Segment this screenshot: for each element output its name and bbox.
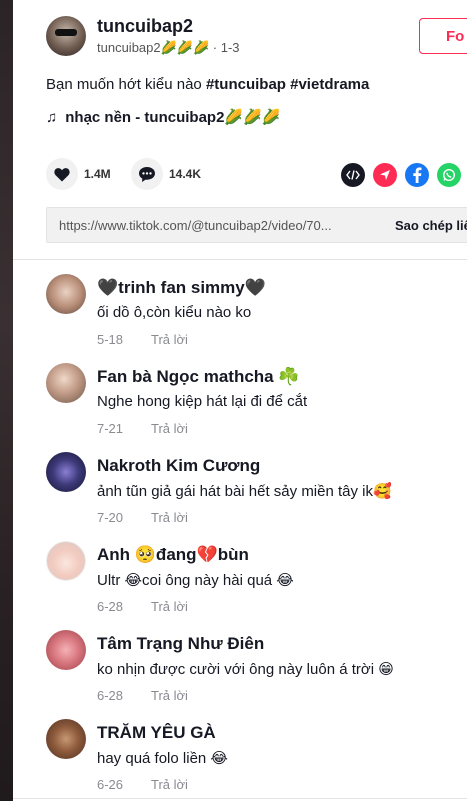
follow-button[interactable]: Fo xyxy=(419,18,467,54)
send-icon[interactable] xyxy=(373,163,397,187)
comment-text: ảnh tũn giả gái hát bài hết sảy miền tây… xyxy=(97,483,392,500)
commenter-avatar[interactable] xyxy=(46,719,86,759)
music-title: nhạc nền - tuncuibap2🌽🌽🌽 xyxy=(65,109,281,126)
commenter-avatar[interactable] xyxy=(46,363,86,403)
like-action[interactable]: 1.4M xyxy=(46,158,111,190)
author-username[interactable]: tuncuibap2 xyxy=(97,16,193,37)
list-bottom-divider xyxy=(13,798,467,799)
comment-item: Fan bà Ngọc mathcha ☘️ Nghe hong kiệp há… xyxy=(13,349,467,438)
reply-button[interactable]: Trả lời xyxy=(151,599,188,614)
like-count: 1.4M xyxy=(84,167,111,181)
commenter-name[interactable]: Anh 🥺đang💔bùn xyxy=(97,545,249,565)
comment-text: ối dồ ô,còn kiểu nào ko xyxy=(97,304,252,321)
comment-date: 5-18 xyxy=(97,332,124,347)
commenter-name[interactable]: TRĂM YÊU GÀ xyxy=(97,723,216,743)
heart-icon[interactable] xyxy=(46,158,78,190)
copy-link-button[interactable]: Sao chép liên xyxy=(395,218,467,233)
facebook-icon[interactable] xyxy=(405,163,429,187)
comment-item: 🖤trinh fan simmy🖤 ối dồ ô,còn kiểu nào k… xyxy=(13,260,467,349)
comment-date: 6-28 xyxy=(97,688,124,703)
commenter-name[interactable]: Fan bà Ngọc mathcha ☘️ xyxy=(97,367,300,387)
video-backdrop-edge xyxy=(0,0,13,801)
commenter-avatar[interactable] xyxy=(46,630,86,670)
reply-button[interactable]: Trả lời xyxy=(151,777,188,792)
commenter-avatar[interactable] xyxy=(46,452,86,492)
author-avatar[interactable] xyxy=(46,16,86,56)
comment-text: Ultr 😂coi ông này hài quá 😂 xyxy=(97,572,294,589)
author-handle-date: tuncuibap2🌽🌽🌽 · 1-3 xyxy=(97,40,240,55)
comment-item: TRĂM YÊU GÀ hay quá folo liền 😂 6-26 Trả… xyxy=(13,705,467,794)
music-note-icon: ♫ xyxy=(46,109,58,126)
reply-button[interactable]: Trả lời xyxy=(151,421,188,436)
comment-item: Anh 🥺đang💔bùn Ultr 😂coi ông này hài quá … xyxy=(13,527,467,616)
comment-date: 6-28 xyxy=(97,599,124,614)
comment-icon[interactable] xyxy=(131,158,163,190)
embed-icon[interactable] xyxy=(341,163,365,187)
music-link[interactable]: ♫ nhạc nền - tuncuibap2🌽🌽🌽 xyxy=(46,108,280,126)
commenter-avatar[interactable] xyxy=(46,541,86,581)
post-caption: Bạn muốn hớt kiểu nào #tuncuibap #vietdr… xyxy=(46,76,369,93)
comment-panel: tuncuibap2 tuncuibap2🌽🌽🌽 · 1-3 Fo Bạn mu… xyxy=(13,0,467,801)
comment-date: 7-20 xyxy=(97,510,124,525)
comment-date: 7-21 xyxy=(97,421,124,436)
comment-action[interactable]: 14.4K xyxy=(131,158,201,190)
commenter-name[interactable]: Tâm Trạng Như Điên xyxy=(97,634,264,654)
comment-text: Nghe hong kiệp hát lại đi để cắt xyxy=(97,393,308,410)
post-header: tuncuibap2 tuncuibap2🌽🌽🌽 · 1-3 Fo Bạn mu… xyxy=(13,0,467,260)
caption-hashtags[interactable]: #tuncuibap #vietdrama xyxy=(206,76,369,93)
comment-item: Tâm Trạng Như Điên ko nhịn được cười với… xyxy=(13,616,467,705)
reply-button[interactable]: Trả lời xyxy=(151,332,188,347)
comment-text: hay quá folo liền 😂 xyxy=(97,750,228,767)
share-link-url[interactable]: https://www.tiktok.com/@tuncuibap2/video… xyxy=(59,218,332,233)
comment-count: 14.4K xyxy=(169,167,202,181)
commenter-name[interactable]: 🖤trinh fan simmy🖤 xyxy=(97,278,266,298)
comment-date: 6-26 xyxy=(97,777,124,792)
caption-text: Bạn muốn hớt kiểu nào xyxy=(46,76,206,93)
share-link-box: https://www.tiktok.com/@tuncuibap2/video… xyxy=(46,207,467,243)
commenter-avatar[interactable] xyxy=(46,274,86,314)
comment-item: Nakroth Kim Cương ảnh tũn giả gái hát bà… xyxy=(13,438,467,527)
commenter-name[interactable]: Nakroth Kim Cương xyxy=(97,456,260,476)
reply-button[interactable]: Trả lời xyxy=(151,510,188,525)
whatsapp-icon[interactable] xyxy=(437,163,461,187)
comment-text: ko nhịn được cười với ông này luôn á trờ… xyxy=(97,661,394,678)
reply-button[interactable]: Trả lời xyxy=(151,688,188,703)
